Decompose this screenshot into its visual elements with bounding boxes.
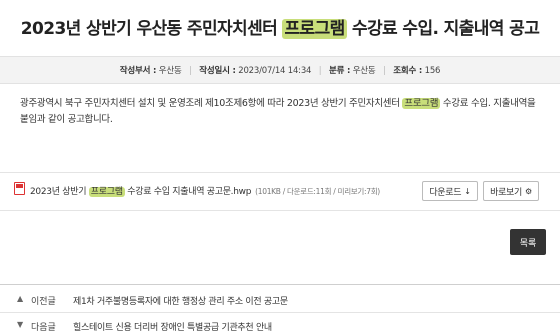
divider	[0, 210, 560, 211]
attachment-row: 2023년 상반기 프로그램 수강료 수입 지출내역 공고문.hwp (101KB…	[0, 178, 560, 204]
divider	[0, 172, 560, 173]
views-label: 조회수 :	[393, 66, 423, 76]
divider	[0, 284, 560, 285]
body-line-2: 붙임과 같이 공고합니다.	[20, 114, 113, 125]
chevron-down-icon: ▼	[17, 320, 24, 329]
arrow-down-icon: ↓	[464, 186, 471, 196]
category-value: 우산동	[352, 66, 376, 76]
preview-label: 바로보기	[490, 187, 523, 198]
chevron-up-icon: ▲	[17, 294, 24, 303]
body-text-post: 수강료 수입. 지출내역을	[440, 98, 536, 109]
attachment-name-pre: 2023년 상반기	[30, 187, 89, 197]
list-button[interactable]: 목록	[510, 229, 546, 255]
title-highlight: 프로그램	[282, 19, 347, 39]
title-text-post: 수강료 수입. 지출내역 공고	[346, 19, 540, 39]
title-text-pre: 2023년 상반기 우산동 주민자치센터	[20, 19, 283, 39]
prev-label: 이전글	[31, 297, 56, 307]
download-button[interactable]: 다운로드 ↓	[422, 181, 478, 201]
meta-separator: |	[318, 66, 322, 76]
post-header: 2023년 상반기 우산동 주민자치센터 프로그램 수강료 수입. 지출내역 공…	[0, 0, 560, 52]
meta-separator: |	[383, 66, 386, 76]
post-body: 광주광역시 북구 주민자치센터 설치 및 운영조례 제10조제6항에 따라 20…	[20, 96, 540, 128]
preview-button[interactable]: 바로보기 ⚙	[483, 181, 539, 201]
attachment-info: (101KB / 다운로드:11회 / 미리보기:7회)	[255, 187, 380, 196]
prev-post-link[interactable]: 제1차 거주불명등록자에 대한 행정상 관리 주소 이전 공고문	[73, 294, 288, 307]
page-title: 2023년 상반기 우산동 주민자치센터 프로그램 수강료 수입. 지출내역 공…	[0, 14, 560, 39]
author-label: 작성부서 :	[119, 66, 157, 76]
category-label: 분류 :	[328, 66, 351, 76]
date-label: 작성일시 :	[199, 66, 236, 76]
post-meta-bar: 작성부서 : 우산동 | 작성일시 : 2023/07/14 14:34 | 분…	[0, 56, 560, 84]
body-highlight: 프로그램	[402, 98, 441, 109]
gear-icon: ⚙	[525, 186, 532, 196]
attachment-name-highlight: 프로그램	[88, 187, 125, 197]
next-label: 다음글	[31, 323, 56, 332]
author-value: 우산동	[158, 66, 182, 76]
next-post-link[interactable]: 힐스테이트 신용 더리버 장애인 특별공급 기관추천 안내	[73, 320, 272, 332]
body-text-pre: 광주광역시 북구 주민자치센터 설치 및 운영조례 제10조제6항에 따라 20…	[20, 98, 403, 109]
download-label: 다운로드	[429, 187, 462, 198]
attachment-name[interactable]: 2023년 상반기 프로그램 수강료 수입 지출내역 공고문.hwp (101KB…	[30, 184, 380, 197]
post-meta: 작성부서 : 우산동 | 작성일시 : 2023/07/14 14:34 | 분…	[0, 64, 560, 76]
body-line-1: 광주광역시 북구 주민자치센터 설치 및 운영조례 제10조제6항에 따라 20…	[20, 96, 540, 112]
views-value: 156	[424, 66, 441, 76]
attachment-name-post: 수강료 수입 지출내역 공고문.hwp	[124, 187, 252, 197]
meta-separator: |	[189, 66, 192, 76]
date-value: 2023/07/14 14:34	[238, 66, 312, 76]
next-post-row[interactable]: ▼ 다음글 힐스테이트 신용 더리버 장애인 특별공급 기관추천 안내	[0, 313, 560, 332]
hwp-file-icon	[14, 182, 25, 195]
prev-post-row[interactable]: ▲ 이전글 제1차 거주불명등록자에 대한 행정상 관리 주소 이전 공고문	[0, 287, 560, 313]
